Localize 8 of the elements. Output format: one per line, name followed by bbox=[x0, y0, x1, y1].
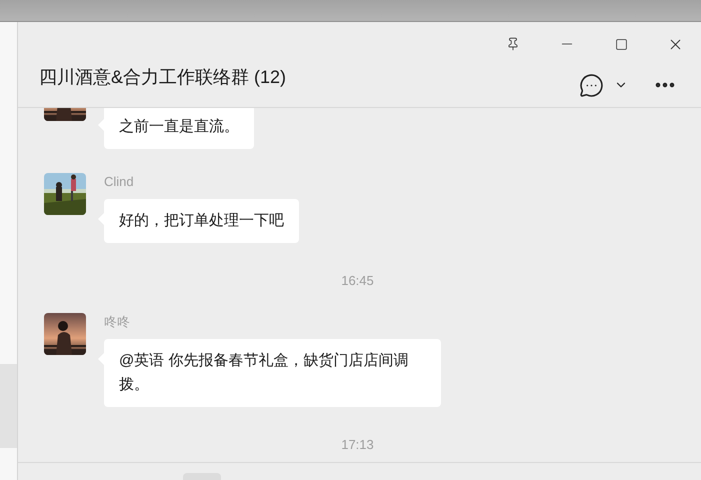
message-bubble: @英语 你先报备春节礼盒，缺货门店店间调拨。 bbox=[104, 339, 441, 407]
sender-name: Clind bbox=[104, 173, 134, 191]
timestamp: 17:13 bbox=[341, 437, 374, 453]
message-bubble: 好的，把订单处理一下吧 bbox=[104, 199, 299, 243]
sender-name: 咚咚 bbox=[104, 313, 130, 331]
window-title: 四川酒意&合力工作联络群 (12) bbox=[39, 66, 288, 89]
message-bubble: 之前一直是直流。 bbox=[104, 108, 254, 149]
timestamp: 16:45 bbox=[341, 273, 374, 289]
